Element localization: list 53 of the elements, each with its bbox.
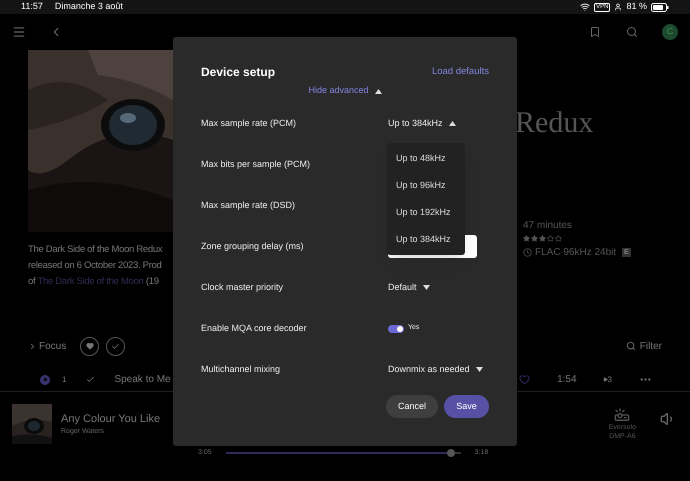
load-defaults-link[interactable]: Load defaults (432, 64, 489, 80)
setting-label: Max bits per sample (PCM) (201, 158, 312, 171)
setting-label: Clock master priority (201, 280, 284, 294)
bookmark-icon[interactable] (589, 26, 601, 38)
toggle-switch[interactable] (388, 324, 404, 332)
filter-button[interactable]: Filter (640, 338, 662, 354)
status-time: 11:57 (21, 0, 43, 14)
format-text: FLAC 96kHz 24bit (535, 246, 616, 260)
progress-thumb[interactable] (447, 449, 456, 458)
battery-icon (651, 2, 669, 12)
cancel-button[interactable]: Cancel (386, 395, 438, 418)
search-icon[interactable] (626, 26, 638, 38)
save-button[interactable]: Save (444, 395, 489, 418)
hide-advanced-link[interactable]: Hide advanced (308, 85, 382, 97)
description-line: of The Dark Side of the Moon (19 (28, 275, 160, 289)
chevron-icon (28, 342, 37, 350)
album-title: Redux (515, 106, 594, 140)
favorite-button[interactable] (80, 336, 100, 356)
wifi-icon (580, 2, 590, 12)
track-number: 1 (62, 374, 66, 386)
menu-item[interactable]: Up to 384kHz (387, 232, 465, 246)
quality-icon (523, 248, 532, 257)
check-icon (86, 375, 96, 384)
menu-item[interactable]: Up to 96kHz (387, 178, 465, 192)
setting-label: Zone grouping delay (ms) (201, 240, 305, 253)
select-dropdown[interactable]: Up to 384kHz (388, 116, 456, 130)
description-line: released on 6 October 2023. Prod (28, 259, 163, 273)
menu-item[interactable]: Up to 48kHz (387, 152, 465, 166)
select-dropdown[interactable]: Downmix as needed (388, 362, 483, 376)
setting-label: Max sample rate (DSD) (201, 198, 296, 212)
track-title: Speak to Me (114, 373, 171, 387)
track-length: 1:54 (557, 373, 577, 387)
setting-label: Max sample rate (PCM) (201, 116, 298, 130)
play-count: 3 (608, 374, 612, 386)
now-playing-title: Any Colour You Like (61, 412, 160, 426)
heart-icon (86, 342, 94, 350)
setting-label: Multichannel mixing (201, 362, 282, 376)
dialog-title: Device setup (201, 64, 276, 81)
check-icon (111, 342, 120, 350)
mark-done-button[interactable] (106, 336, 126, 356)
album-duration: 47 minutes (523, 220, 573, 232)
menu-item[interactable]: Up to 192kHz (387, 206, 465, 220)
select-dropdown[interactable]: Default (388, 280, 430, 294)
play-count-icon (602, 377, 608, 382)
description-line: The Dark Side of the Moon Redux (28, 243, 164, 257)
person-icon (614, 3, 622, 11)
battery-percent: 81 % (626, 0, 647, 14)
menu-icon[interactable] (12, 25, 26, 39)
device-icon[interactable] (614, 407, 630, 423)
search-icon[interactable] (626, 341, 636, 351)
setting-label: Enable MQA core decoder (201, 322, 308, 335)
focus-button[interactable]: Focus (39, 338, 66, 354)
status-date: Dimanche 3 août (54, 0, 123, 14)
